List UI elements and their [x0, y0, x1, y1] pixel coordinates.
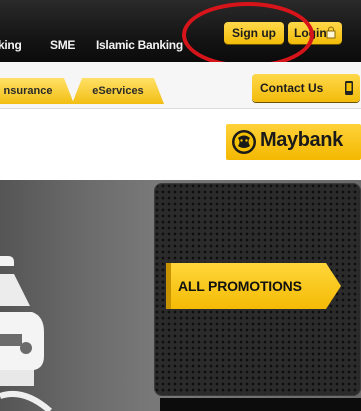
all-promotions-button[interactable]: ALL PROMOTIONS: [166, 263, 341, 309]
all-promotions-label: ALL PROMOTIONS: [178, 278, 302, 294]
logo-text: Maybank: [260, 129, 343, 151]
nav-link-banking[interactable]: king: [0, 38, 22, 52]
tiger-emblem-icon: [232, 130, 256, 154]
lock-icon: [326, 26, 336, 39]
tab-eservices[interactable]: eServices: [72, 78, 164, 104]
contact-us-button[interactable]: Contact Us: [252, 74, 360, 102]
taxi-car-icon: [0, 256, 52, 411]
maybank-logo[interactable]: Maybank: [226, 124, 361, 160]
nav-link-sme[interactable]: SME: [50, 38, 75, 52]
highlight-circle: [182, 2, 314, 68]
promotions-panel-footer: [160, 398, 361, 411]
contact-us-label: Contact Us: [260, 81, 324, 95]
phone-icon: [345, 81, 353, 95]
nav-link-islamic-banking[interactable]: Islamic Banking: [96, 38, 183, 52]
tab-insurance[interactable]: nsurance: [0, 78, 74, 104]
promo-button-edge: [166, 263, 171, 309]
